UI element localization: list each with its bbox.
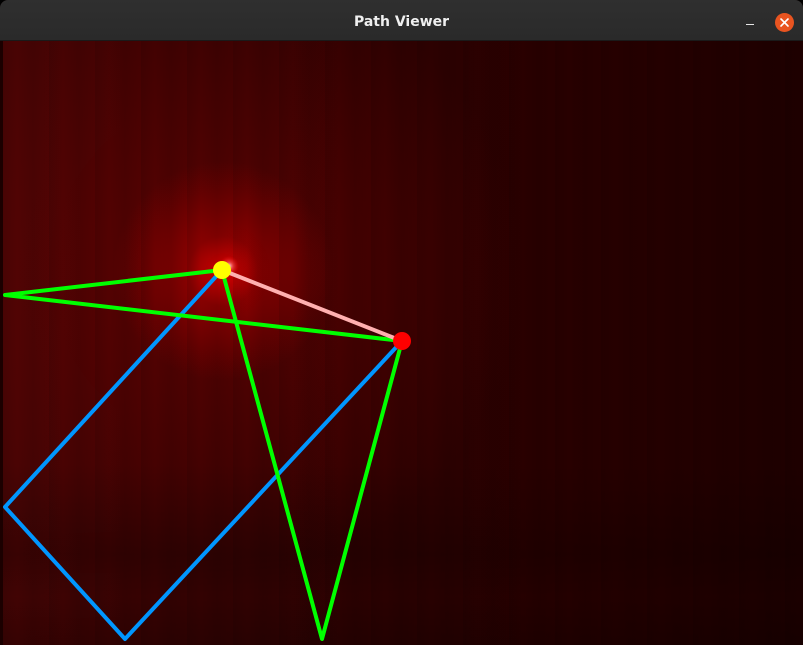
window-title: Path Viewer bbox=[353, 14, 450, 30]
titlebar[interactable]: Path Viewer bbox=[0, 0, 803, 41]
end-marker[interactable] bbox=[393, 332, 411, 350]
minimize-button[interactable] bbox=[738, 11, 762, 33]
path-canvas[interactable] bbox=[3, 41, 803, 645]
start-marker[interactable] bbox=[213, 261, 231, 279]
close-icon bbox=[780, 18, 789, 27]
blue-path bbox=[3, 268, 404, 641]
green-path bbox=[3, 268, 404, 641]
close-button[interactable] bbox=[775, 13, 794, 32]
app-window: Path Viewer bbox=[0, 0, 803, 645]
minimize-icon bbox=[746, 24, 754, 25]
path-drawing bbox=[3, 256, 411, 641]
